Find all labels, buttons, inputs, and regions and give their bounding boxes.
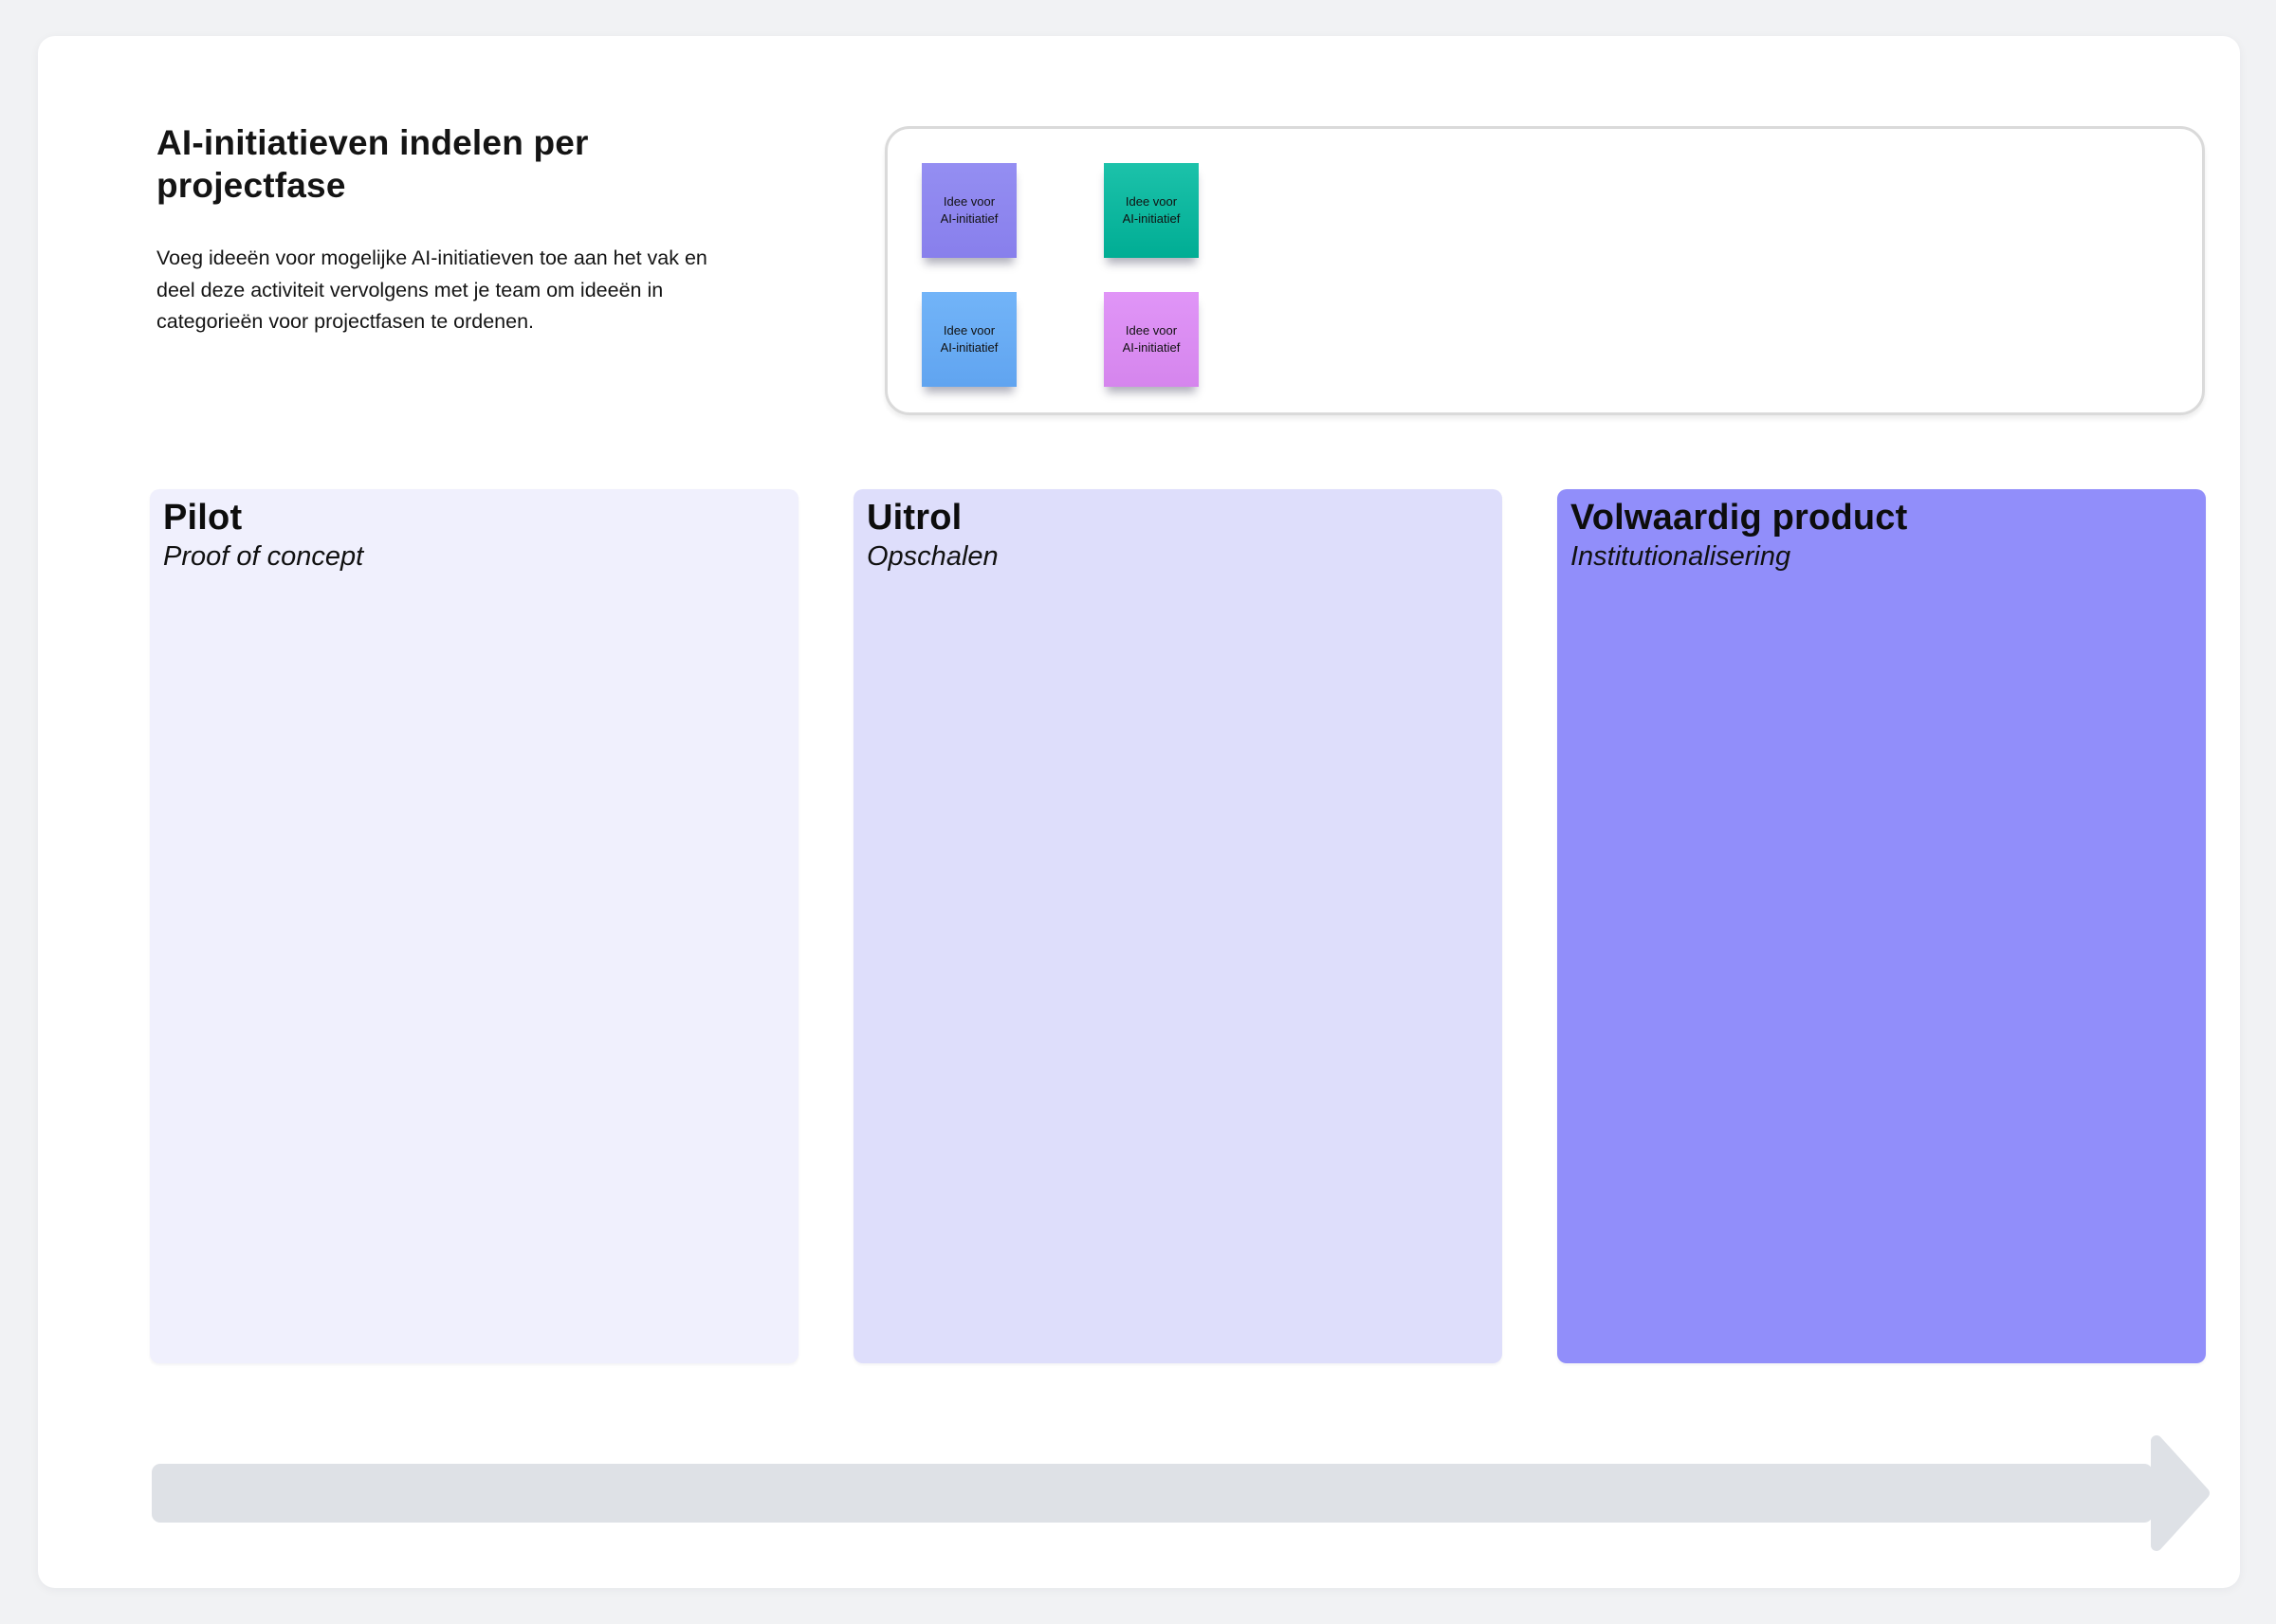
intro-block: AI-initiatieven indelen per projectfase …: [156, 121, 744, 338]
column-header: Volwaardig product Institutionalisering: [1557, 489, 2206, 581]
page-description: Voeg ideeën voor mogelijke AI-initiatiev…: [156, 246, 707, 333]
sticky-note-violet[interactable]: Idee voor AI-initiatief: [1104, 292, 1199, 387]
column-pilot[interactable]: Pilot Proof of concept: [150, 489, 798, 1363]
whiteboard-canvas: AI-initiatieven indelen per projectfase …: [0, 0, 2276, 1624]
timeline-arrow-head: [2151, 1435, 2210, 1551]
column-uitrol[interactable]: Uitrol Opschalen: [854, 489, 1502, 1363]
column-title: Pilot: [163, 498, 243, 538]
sticky-note-blue[interactable]: Idee voor AI-initiatief: [922, 292, 1017, 387]
idea-tray[interactable]: Idee voor AI-initiatief Idee voor AI-ini…: [885, 126, 2205, 415]
page-title: AI-initiatieven indelen per projectfase: [156, 123, 589, 206]
column-subtitle: Proof of concept: [163, 540, 364, 572]
sticky-note-teal[interactable]: Idee voor AI-initiatief: [1104, 163, 1199, 258]
board-card: AI-initiatieven indelen per projectfase …: [38, 36, 2240, 1588]
sticky-note-purple[interactable]: Idee voor AI-initiatief: [922, 163, 1017, 258]
column-subtitle: Opschalen: [867, 540, 999, 572]
column-title: Uitrol: [867, 498, 963, 538]
column-subtitle: Institutionalisering: [1570, 540, 1791, 572]
column-header: Uitrol Opschalen: [854, 489, 1502, 581]
column-header: Pilot Proof of concept: [150, 489, 798, 581]
timeline-arrow[interactable]: [150, 1426, 2217, 1559]
column-title: Volwaardig product: [1570, 498, 1908, 538]
column-volwaardig-product[interactable]: Volwaardig product Institutionalisering: [1557, 489, 2206, 1363]
timeline-arrow-bar: [152, 1464, 2153, 1523]
